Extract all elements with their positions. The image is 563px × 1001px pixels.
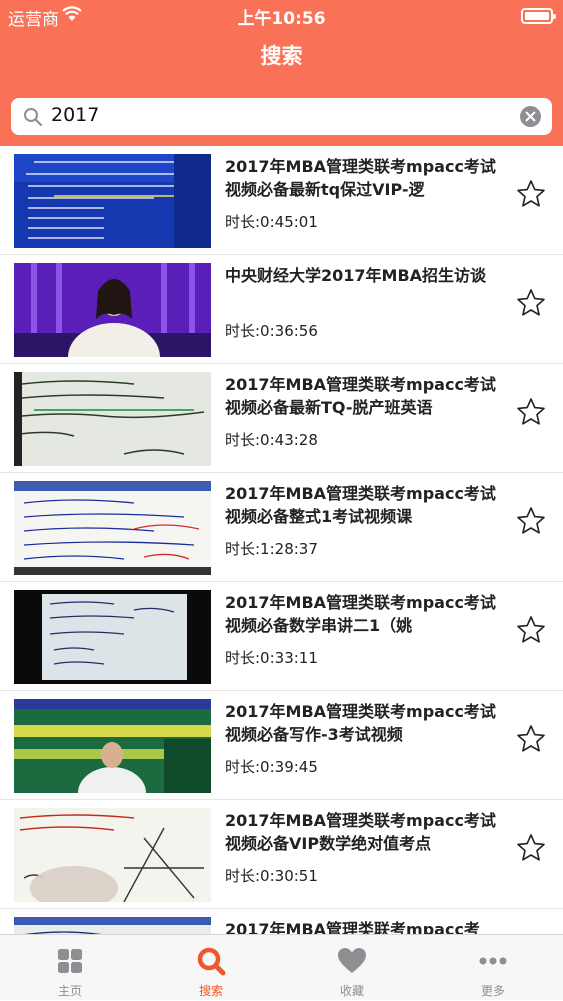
video-duration: 时长:0:43:28 [225, 431, 318, 449]
clock: 上午10:56 [237, 9, 326, 29]
tab-label: 更多 [480, 984, 505, 998]
list-item[interactable]: 2017年MBA管理类联考mpacc考 [0, 909, 563, 934]
search-bar[interactable] [11, 98, 552, 135]
tab-label: 主页 [57, 984, 82, 998]
list-item[interactable]: 2017年MBA管理类联考mpacc考试视频必备数学串讲二1（姚 时长:0:33… [0, 582, 563, 691]
video-title: 2017年MBA管理类联考mpacc考 [225, 920, 480, 934]
video-duration: 时长:0:36:56 [225, 322, 318, 340]
video-title: 2017年MBA管理类联考mpacc考试视频必备整式1考试视频课 [225, 484, 496, 526]
video-thumbnail[interactable] [14, 481, 211, 575]
video-thumbnail[interactable] [14, 154, 211, 248]
grid-icon [54, 945, 86, 977]
tab-label: 搜索 [198, 984, 223, 998]
heart-icon [336, 945, 368, 977]
video-duration: 时长:0:39:45 [225, 758, 318, 776]
video-duration: 时长:0:45:01 [225, 213, 318, 231]
header-bar: 运营商 上午10:56 搜索 [0, 0, 563, 146]
video-title: 2017年MBA管理类联考mpacc考试视频必备最新TQ-脱产班英语 [225, 375, 496, 417]
video-title: 2017年MBA管理类联考mpacc考试视频必备写作-3考试视频 [225, 702, 496, 744]
tab-favorites[interactable]: 收藏 [282, 935, 422, 1001]
more-dots-icon [477, 945, 509, 977]
tab-bar: 主页 搜索 收藏 更多 [0, 934, 563, 1000]
status-bar: 运营商 上午10:56 [0, 0, 563, 30]
page-title: 搜索 [260, 44, 303, 68]
battery-icon [521, 8, 556, 24]
favorite-star-icon[interactable] [516, 724, 546, 758]
tab-home[interactable]: 主页 [0, 935, 140, 1001]
search-icon [23, 107, 43, 131]
video-duration: 时长:0:33:11 [225, 649, 318, 667]
search-input[interactable] [51, 104, 491, 126]
video-thumbnail[interactable] [14, 808, 211, 902]
list-item[interactable]: 2017年MBA管理类联考mpacc考试视频必备写作-3考试视频 时长:0:39… [0, 691, 563, 800]
video-duration: 时长:1:28:37 [225, 540, 318, 558]
favorite-star-icon[interactable] [516, 179, 546, 213]
tab-more[interactable]: 更多 [423, 935, 563, 1001]
video-thumbnail[interactable] [14, 917, 211, 934]
video-thumbnail[interactable] [14, 372, 211, 466]
list-item[interactable]: 中央财经大学2017年MBA招生访谈 时长:0:36:56 [0, 255, 563, 364]
favorite-star-icon[interactable] [516, 288, 546, 322]
video-thumbnail[interactable] [14, 699, 211, 793]
video-thumbnail[interactable] [14, 263, 211, 357]
favorite-star-icon[interactable] [516, 397, 546, 431]
video-thumbnail[interactable] [14, 590, 211, 684]
favorite-star-icon[interactable] [516, 615, 546, 649]
clear-search-icon[interactable] [520, 106, 541, 127]
result-list: 2017年MBA管理类联考mpacc考试视频必备最新tq保过VIP-逻 时长:0… [0, 146, 563, 934]
list-item[interactable]: 2017年MBA管理类联考mpacc考试视频必备整式1考试视频课 时长:1:28… [0, 473, 563, 582]
video-duration: 时长:0:30:51 [225, 867, 318, 885]
search-icon [195, 945, 227, 977]
list-item[interactable]: 2017年MBA管理类联考mpacc考试视频必备VIP数学绝对值考点 时长:0:… [0, 800, 563, 909]
favorite-star-icon[interactable] [516, 506, 546, 540]
list-item[interactable]: 2017年MBA管理类联考mpacc考试视频必备最新TQ-脱产班英语 时长:0:… [0, 364, 563, 473]
favorite-star-icon[interactable] [516, 833, 546, 867]
tab-search[interactable]: 搜索 [141, 935, 281, 1001]
video-title: 2017年MBA管理类联考mpacc考试视频必备VIP数学绝对值考点 [225, 811, 496, 853]
list-item[interactable]: 2017年MBA管理类联考mpacc考试视频必备最新tq保过VIP-逻 时长:0… [0, 146, 563, 255]
video-title: 2017年MBA管理类联考mpacc考试视频必备数学串讲二1（姚 [225, 593, 496, 635]
video-title: 中央财经大学2017年MBA招生访谈 [225, 266, 487, 285]
video-title: 2017年MBA管理类联考mpacc考试视频必备最新tq保过VIP-逻 [225, 157, 496, 199]
tab-label: 收藏 [339, 984, 364, 998]
